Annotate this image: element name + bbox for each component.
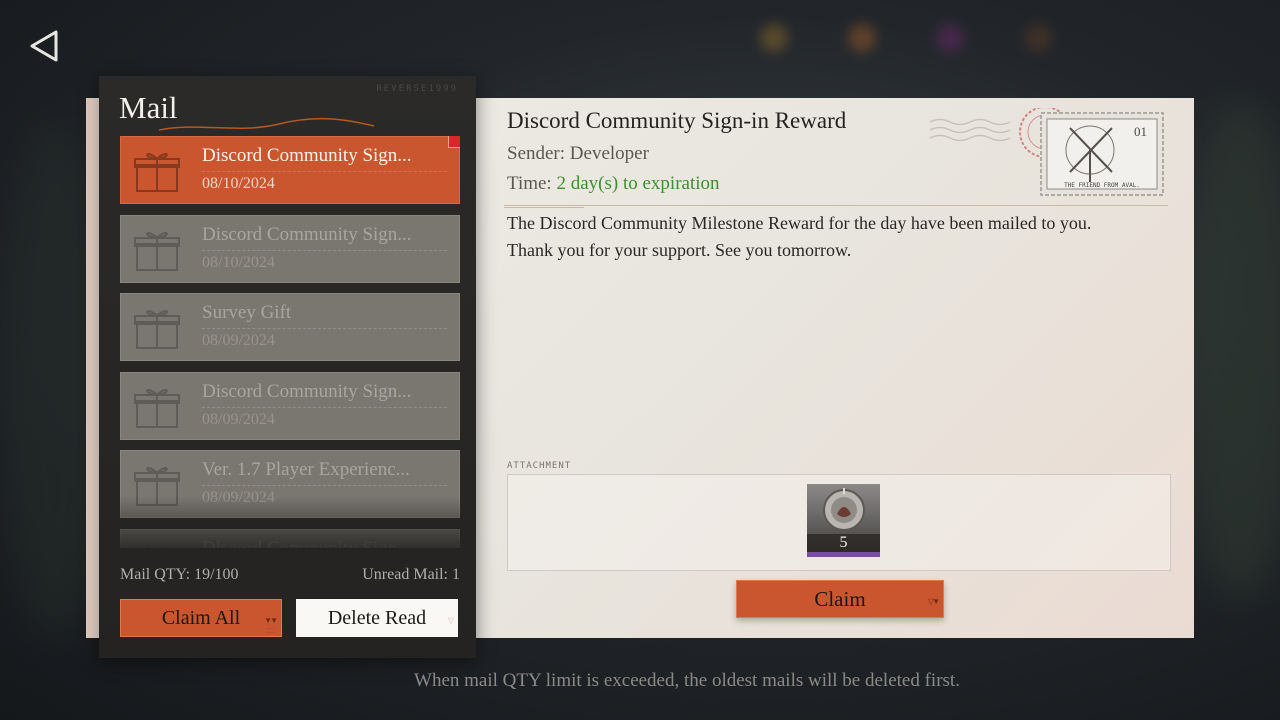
mail-date: 08/10/2024 bbox=[202, 253, 275, 271]
corner-triangle-icon: ▽▼ bbox=[927, 597, 940, 606]
gift-icon bbox=[134, 153, 180, 192]
mail-expiration: Time: 2 day(s) to expiration bbox=[507, 173, 720, 195]
delete-read-label: Delete Read bbox=[327, 607, 427, 629]
divider bbox=[202, 406, 447, 408]
detail-divider bbox=[504, 205, 1168, 206]
claim-all-label: Claim All bbox=[161, 607, 241, 629]
postage-stamp: 01 THE FRIEND FROM AVAL. bbox=[1040, 112, 1164, 196]
claim-button[interactable]: Claim ▽▼ bbox=[736, 580, 944, 618]
expiration-value: 2 day(s) to expiration bbox=[556, 173, 720, 194]
mail-list-item[interactable]: Discord Community Sign... 08/10/2024 bbox=[120, 136, 460, 204]
mail-date: 08/10/2024 bbox=[202, 175, 275, 192]
claim-label: Claim bbox=[814, 587, 866, 611]
brand-watermark: REVERSE1999 bbox=[376, 84, 458, 94]
mail-detail-title: Discord Community Sign-in Reward bbox=[507, 108, 847, 133]
stamp-caption: THE FRIEND FROM AVAL. bbox=[1064, 182, 1140, 189]
divider bbox=[202, 328, 447, 329]
divider bbox=[202, 171, 447, 172]
mail-list-item[interactable]: Survey Gift 08/09/2024 bbox=[120, 293, 460, 361]
stamp-number: 01 bbox=[1134, 124, 1147, 139]
mail-body-line: The Discord Community Milestone Reward f… bbox=[507, 213, 1092, 233]
mail-date: 08/09/2024 bbox=[202, 410, 275, 428]
time-label: Time: bbox=[507, 173, 557, 194]
mail-list-item[interactable]: Discord Community Sign... bbox=[120, 528, 460, 549]
mail-list-item[interactable]: Ver. 1.7 Player Experienc... 08/09/2024 bbox=[120, 450, 460, 518]
clock-compass-item-icon bbox=[823, 488, 865, 531]
corner-triangle-icon: ▽ bbox=[447, 616, 454, 625]
background-blur bbox=[1180, 100, 1280, 600]
mail-sender: Sender: Developer bbox=[507, 143, 649, 164]
divider bbox=[202, 249, 447, 251]
mail-subject: Survey Gift bbox=[202, 302, 292, 323]
currency-bar-blurred bbox=[760, 18, 1260, 58]
gift-icon bbox=[134, 231, 180, 271]
mail-list-panel: REVERSE1999 Mail Discord Community Sign.… bbox=[99, 76, 476, 658]
rarity-bar bbox=[807, 552, 880, 557]
mail-list-item[interactable]: Discord Community Sign... 08/09/2024 bbox=[120, 371, 460, 440]
mail-subject: Ver. 1.7 Player Experienc... bbox=[202, 459, 410, 480]
gift-icon bbox=[134, 388, 180, 428]
footer-hint: When mail QTY limit is exceeded, the old… bbox=[414, 670, 960, 691]
divider bbox=[202, 485, 447, 486]
gift-icon bbox=[134, 310, 180, 349]
mail-subject: Discord Community Sign... bbox=[202, 380, 412, 402]
mail-list[interactable]: Discord Community Sign... 08/10/2024 Dis… bbox=[120, 136, 460, 548]
windmill-stamp-icon: 01 THE FRIEND FROM AVAL. bbox=[1040, 112, 1164, 196]
mail-quantity: Mail QTY: 19/100 bbox=[120, 566, 239, 583]
detail-divider-accent bbox=[504, 207, 584, 208]
title-underline-swirl-icon bbox=[159, 117, 375, 131]
mail-subject: Discord Community Sign... bbox=[202, 223, 412, 245]
gift-icon bbox=[146, 545, 168, 548]
unread-count: Unread Mail: 1 bbox=[362, 566, 460, 583]
gift-icon bbox=[134, 467, 180, 506]
dots-icon: ⁚⁚⁚ bbox=[266, 627, 276, 635]
unread-indicator bbox=[448, 136, 460, 148]
delete-read-button[interactable]: Delete Read ▽ bbox=[296, 599, 458, 637]
attachment-label: ATTACHMENT bbox=[507, 461, 572, 471]
back-arrow-icon[interactable] bbox=[24, 26, 64, 66]
attachment-item[interactable]: 5 bbox=[807, 484, 880, 557]
mail-subject: Discord Community Sign... bbox=[202, 537, 412, 549]
attachment-quantity: 5 bbox=[807, 534, 880, 552]
claim-all-button[interactable]: Claim All ▼▼ ⁚⁚⁚ bbox=[120, 599, 282, 637]
mail-date: 08/09/2024 bbox=[202, 489, 275, 506]
mail-subject: Discord Community Sign... bbox=[202, 145, 412, 166]
paper-edge bbox=[86, 98, 100, 638]
mail-body: The Discord Community Milestone Reward f… bbox=[507, 210, 1177, 264]
mail-body-line: Thank you for your support. See you tomo… bbox=[507, 240, 852, 260]
mail-list-item[interactable]: Discord Community Sign... 08/10/2024 bbox=[120, 214, 460, 283]
mail-date: 08/09/2024 bbox=[202, 332, 275, 349]
